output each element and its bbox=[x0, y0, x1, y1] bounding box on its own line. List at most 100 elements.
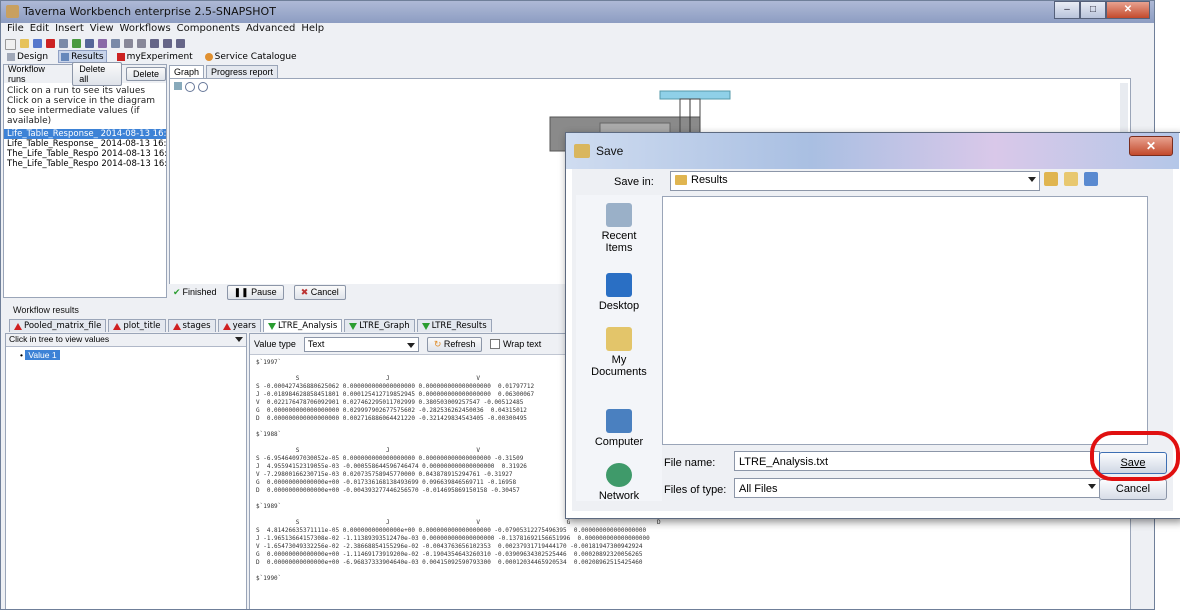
place-my-documents[interactable]: My Documents bbox=[576, 327, 662, 378]
copy-icon[interactable] bbox=[163, 39, 172, 48]
maximize-button[interactable]: □ bbox=[1080, 1, 1106, 19]
menu-insert[interactable]: Insert bbox=[55, 23, 84, 37]
refresh-button[interactable]: ↻ Refresh bbox=[426, 336, 483, 352]
tab-progress-report[interactable]: Progress report bbox=[206, 65, 279, 78]
runs-help-line: Click on a run to see its values bbox=[7, 86, 146, 96]
dialog-title: Save bbox=[596, 144, 624, 158]
run-status: Finished bbox=[182, 287, 217, 297]
input-port-icon bbox=[14, 322, 22, 330]
chevron-down-icon bbox=[1088, 484, 1096, 489]
close-window-button[interactable]: ✕ bbox=[1106, 1, 1150, 19]
tree-item-label[interactable]: Value 1 bbox=[25, 350, 60, 360]
pause-icon: ❚❚ bbox=[233, 286, 252, 297]
redo-icon[interactable] bbox=[137, 39, 146, 48]
value-type-label: Value type bbox=[254, 339, 296, 349]
delete-button[interactable]: Delete bbox=[125, 67, 166, 81]
place-recent-items[interactable]: Recent Items bbox=[576, 203, 662, 254]
checkbox-box[interactable] bbox=[490, 339, 501, 350]
design-icon bbox=[7, 52, 15, 61]
run-list-item[interactable]: The_Life_Table_Respo 2014-08-13 16:18:05 bbox=[4, 159, 166, 169]
close-icon[interactable]: ✕ bbox=[1129, 136, 1173, 156]
save-in-value: Results bbox=[691, 174, 728, 186]
save-in-select[interactable]: Results bbox=[670, 171, 1040, 191]
open-folder-icon[interactable] bbox=[20, 39, 29, 48]
dialog-titlebar: Save ✕ bbox=[566, 133, 1179, 169]
menu-edit[interactable]: Edit bbox=[30, 23, 49, 37]
files-of-type-label: Files of type: bbox=[664, 484, 727, 496]
tree-header-label: Click in tree to view values bbox=[9, 334, 110, 344]
run-list-item[interactable]: Life_Table_Response_ 2014-08-13 16:49:51 bbox=[4, 139, 166, 149]
menu-components[interactable]: Components bbox=[177, 23, 240, 37]
tab-stages[interactable]: stages bbox=[167, 319, 216, 332]
zoom-in-icon[interactable] bbox=[185, 82, 195, 92]
pause-button[interactable]: ❚❚ Pause bbox=[226, 284, 284, 300]
tab-years[interactable]: years bbox=[217, 319, 261, 332]
cancel-run-label: Cancel bbox=[310, 286, 339, 297]
place-network[interactable]: Network bbox=[576, 463, 662, 502]
chevron-down-icon bbox=[1028, 177, 1036, 182]
wrap-text-checkbox[interactable]: Wrap text bbox=[490, 339, 541, 350]
menu-help[interactable]: Help bbox=[301, 23, 324, 37]
tab-label: years bbox=[232, 321, 256, 331]
tab-label: LTRE_Results bbox=[431, 321, 487, 331]
minimize-button[interactable]: – bbox=[1054, 1, 1080, 19]
merge-icon[interactable] bbox=[98, 39, 107, 48]
cancel-run-button[interactable]: ✖ Cancel bbox=[293, 284, 346, 300]
delete-all-button[interactable]: Delete all bbox=[72, 62, 122, 86]
paste-icon[interactable] bbox=[176, 39, 185, 48]
tab-label: LTRE_Graph bbox=[359, 321, 410, 331]
chevron-down-icon[interactable] bbox=[235, 337, 243, 342]
perspective-myexperiment[interactable]: myExperiment bbox=[115, 50, 195, 63]
up-folder-icon[interactable] bbox=[1044, 172, 1058, 186]
menu-bar: File Edit Insert View Workflows Componen… bbox=[1, 23, 1154, 37]
menu-view[interactable]: View bbox=[90, 23, 114, 37]
zoom-fit-icon[interactable] bbox=[174, 82, 182, 90]
computer-icon bbox=[606, 409, 632, 433]
workflow-runs-panel: Workflow runs Delete all Delete Click on… bbox=[3, 62, 167, 298]
tab-graph[interactable]: Graph bbox=[169, 65, 205, 78]
cancel-button[interactable]: Cancel bbox=[1099, 479, 1167, 500]
place-computer[interactable]: Computer bbox=[576, 409, 662, 448]
menu-file[interactable]: File bbox=[7, 23, 24, 37]
tab-ltre-analysis[interactable]: LTRE_Analysis bbox=[262, 319, 343, 332]
file-list[interactable] bbox=[662, 196, 1148, 445]
zoom-out-icon[interactable] bbox=[198, 82, 208, 92]
view-menu-icon[interactable] bbox=[1084, 172, 1098, 186]
close-workflow-icon[interactable] bbox=[46, 39, 55, 48]
tab-pooled-matrix-file[interactable]: Pooled_matrix_file bbox=[9, 319, 107, 332]
file-name-input[interactable]: LTRE_Analysis.txt bbox=[734, 451, 1100, 471]
place-label: Recent Items bbox=[601, 230, 637, 254]
tab-ltre-results[interactable]: LTRE_Results bbox=[416, 319, 492, 332]
undo-icon[interactable] bbox=[124, 39, 133, 48]
tab-plot-title[interactable]: plot_title bbox=[108, 319, 166, 332]
output-port-icon bbox=[421, 322, 430, 330]
tab-ltre-graph[interactable]: LTRE_Graph bbox=[344, 319, 415, 332]
run-list-item[interactable]: Life_Table_Response_ 2014-08-13 16:52:56 bbox=[4, 129, 166, 139]
new-folder-icon[interactable] bbox=[1064, 172, 1078, 186]
files-of-type-select[interactable]: All Files bbox=[734, 478, 1100, 498]
run-icon[interactable] bbox=[72, 39, 81, 48]
new-workflow-icon[interactable] bbox=[5, 39, 16, 50]
refresh-icon: ↻ bbox=[433, 338, 444, 349]
value-type-select[interactable]: Text bbox=[303, 336, 419, 352]
menu-workflows[interactable]: Workflows bbox=[120, 23, 171, 37]
workflow-results-label: Workflow results bbox=[13, 305, 79, 315]
input-port-icon bbox=[222, 322, 231, 330]
cut-icon[interactable] bbox=[150, 39, 159, 48]
menu-advanced[interactable]: Advanced bbox=[246, 23, 295, 37]
run-list-item[interactable]: The_Life_Table_Respo 2014-08-13 16:27:50 bbox=[4, 149, 166, 159]
perspective-design[interactable]: Design bbox=[5, 50, 50, 63]
place-desktop[interactable]: Desktop bbox=[576, 273, 662, 312]
list-icon[interactable] bbox=[59, 39, 68, 48]
recent-items-icon bbox=[606, 203, 632, 227]
place-label: My Documents bbox=[591, 354, 647, 378]
service-icon[interactable] bbox=[111, 39, 120, 48]
save-icon[interactable] bbox=[33, 39, 42, 48]
filter-icon[interactable] bbox=[85, 39, 94, 48]
tab-label: LTRE_Analysis bbox=[277, 321, 338, 331]
main-titlebar: Taverna Workbench enterprise 2.5-SNAPSHO… bbox=[1, 1, 1154, 23]
output-port-icon bbox=[349, 322, 358, 330]
tab-label: stages bbox=[182, 321, 211, 331]
tree-item[interactable]: • Value 1 bbox=[20, 350, 246, 360]
perspective-service-catalogue[interactable]: Service Catalogue bbox=[203, 50, 299, 63]
